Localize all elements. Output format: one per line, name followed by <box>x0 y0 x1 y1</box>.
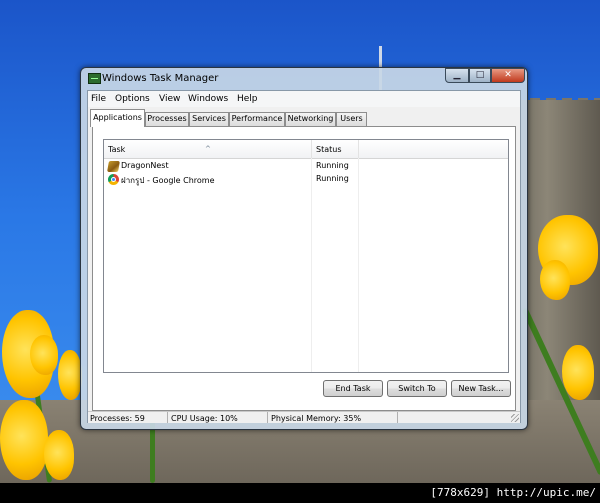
task-manager-window: Windows Task Manager ▁ □ ✕ File Options … <box>80 67 528 430</box>
task-name: ฝากรูป - Google Chrome <box>121 176 215 185</box>
window-client-area: File Options View Windows Help Applicati… <box>87 90 521 423</box>
window-title: Windows Task Manager <box>102 73 219 84</box>
dragonnest-icon <box>107 161 120 172</box>
new-task-button[interactable]: New Task... <box>451 380 511 397</box>
watermark-text: [778x629] http://upic.me/ <box>430 486 596 499</box>
table-row[interactable]: ฝากรูป - Google Chrome Running <box>104 173 508 186</box>
column-header-status[interactable]: Status <box>312 140 359 158</box>
daffodil-flower <box>30 335 58 375</box>
applications-panel: Task ^ Status DragonNest Running ฝากรูป … <box>92 126 516 411</box>
title-bar[interactable]: Windows Task Manager ▁ □ ✕ <box>81 68 527 90</box>
chrome-icon <box>108 174 119 185</box>
tab-networking[interactable]: Networking <box>285 112 336 126</box>
status-physical-memory: Physical Memory: 35% <box>268 412 398 423</box>
watermark-bar: [778x629] http://upic.me/ <box>0 483 600 503</box>
tab-users[interactable]: Users <box>336 112 367 126</box>
sort-ascending-icon: ^ <box>205 145 211 153</box>
menu-windows[interactable]: Windows <box>188 94 228 104</box>
daffodil-flower <box>58 350 82 400</box>
menu-file[interactable]: File <box>91 94 106 104</box>
daffodil-flower <box>540 260 570 300</box>
end-task-button[interactable]: End Task <box>323 380 383 397</box>
daffodil-flower <box>562 345 594 400</box>
daffodil-flower <box>44 430 74 480</box>
tab-services[interactable]: Services <box>189 112 229 126</box>
status-processes: Processes: 59 <box>88 412 168 423</box>
menu-view[interactable]: View <box>159 94 180 104</box>
maximize-button[interactable]: □ <box>469 68 491 83</box>
menu-options[interactable]: Options <box>115 94 150 104</box>
task-list[interactable]: Task ^ Status DragonNest Running ฝากรูป … <box>103 139 509 373</box>
tab-performance[interactable]: Performance <box>229 112 285 126</box>
minimize-button[interactable]: ▁ <box>445 68 469 83</box>
resize-grip-icon[interactable] <box>511 414 519 422</box>
menu-bar: File Options View Windows Help <box>88 91 520 107</box>
list-header: Task ^ Status <box>104 140 508 159</box>
task-name: DragonNest <box>121 161 169 170</box>
task-manager-icon <box>88 73 101 84</box>
close-button[interactable]: ✕ <box>491 68 525 83</box>
column-header-task-label: Task <box>108 145 126 154</box>
tab-processes[interactable]: Processes <box>145 112 189 126</box>
column-divider <box>311 158 312 372</box>
table-row[interactable]: DragonNest Running <box>104 160 508 173</box>
status-cpu-usage: CPU Usage: 10% <box>168 412 268 423</box>
status-bar: Processes: 59 CPU Usage: 10% Physical Me… <box>88 411 520 423</box>
tab-applications[interactable]: Applications <box>90 109 145 127</box>
switch-to-button[interactable]: Switch To <box>387 380 447 397</box>
column-divider <box>358 158 359 372</box>
menu-help[interactable]: Help <box>237 94 258 104</box>
column-header-task[interactable]: Task ^ <box>104 140 312 158</box>
daffodil-flower <box>0 400 48 480</box>
task-status: Running <box>316 161 349 170</box>
task-status: Running <box>316 174 349 183</box>
